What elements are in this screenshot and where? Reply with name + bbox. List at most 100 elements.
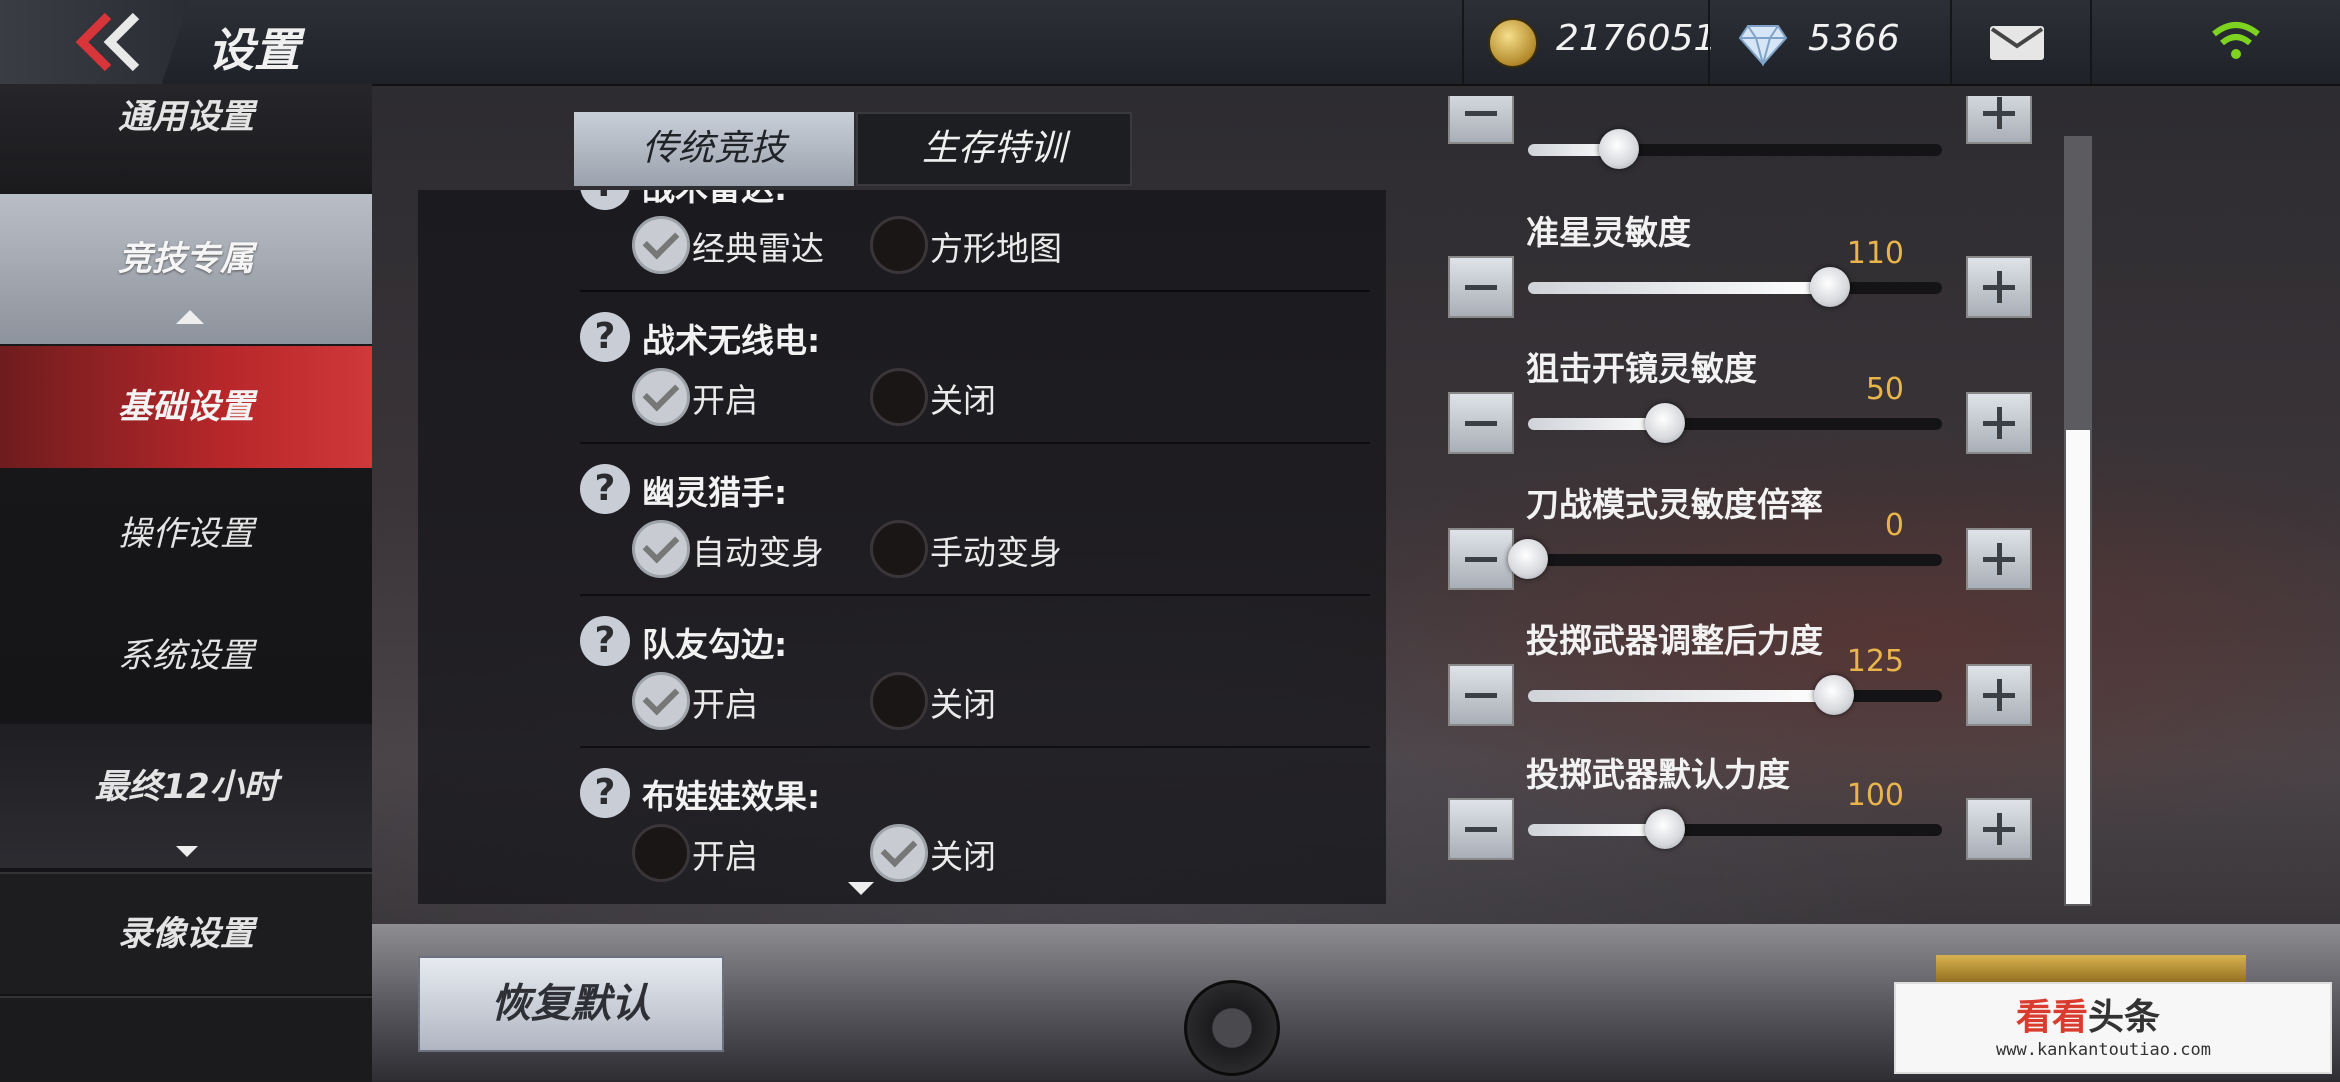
tab-survival[interactable]: 生存特训	[856, 112, 1132, 186]
increase-button[interactable]	[1966, 256, 2032, 318]
watermark-url: www.kankantoutiao.com	[1996, 1040, 2211, 1060]
decrease-button[interactable]	[1448, 256, 1514, 318]
increase-button[interactable]	[1966, 798, 2032, 860]
sidebar-item-system[interactable]: 系统设置	[0, 596, 372, 716]
slider-value: 50	[1865, 372, 1904, 407]
divider	[2090, 0, 2092, 84]
slider-knob[interactable]	[1599, 129, 1640, 169]
slider-track[interactable]	[1528, 403, 1942, 443]
radio-label: 关闭	[930, 837, 996, 876]
coin-icon[interactable]	[1488, 18, 1538, 68]
decrease-button[interactable]	[1448, 664, 1514, 726]
back-button[interactable]	[0, 0, 190, 84]
slider-row-throw-default-force: 投掷武器默认力度 100	[1448, 748, 2032, 884]
sidebar-item-label: 操作设置	[118, 514, 254, 554]
sidebar-item-final-12h[interactable]: 最终12小时	[0, 724, 372, 868]
slider-knob[interactable]	[1814, 675, 1855, 715]
decrease-button[interactable]	[1448, 798, 1514, 860]
confirm-button[interactable]	[1936, 955, 2246, 985]
diamond-icon[interactable]	[1738, 22, 1788, 66]
slider-row-knife-sensitivity-multiplier: 刀战模式灵敏度倍率 0	[1448, 478, 2032, 614]
joystick-icon[interactable]	[1184, 980, 1280, 1076]
help-icon[interactable]: ?	[580, 616, 630, 666]
slider-track[interactable]	[1528, 267, 1942, 307]
slider-title: 准星灵敏度	[1526, 213, 1691, 252]
radio-on[interactable]	[632, 672, 690, 730]
radio-label: 关闭	[930, 685, 996, 724]
slider-fill	[1528, 690, 1835, 702]
radio-manual-transform[interactable]	[870, 520, 928, 578]
slider-knob[interactable]	[1644, 403, 1685, 443]
radio-off[interactable]	[870, 824, 928, 882]
mail-icon[interactable]	[1990, 26, 2044, 60]
sidebar-item-operation[interactable]: 操作设置	[0, 474, 372, 594]
watermark-logo-red: 看看	[2016, 997, 2089, 1038]
scrollbar-thumb[interactable]	[2066, 430, 2090, 904]
option-title: 幽灵猎手:	[642, 473, 788, 512]
help-icon[interactable]: ?	[580, 464, 630, 514]
radio-label: 自动变身	[692, 533, 824, 572]
sidebar-item-general[interactable]: 通用设置	[0, 84, 372, 190]
radio-off[interactable]	[870, 368, 928, 426]
slider-value: 110	[1846, 236, 1904, 271]
slider-knob[interactable]	[1644, 809, 1685, 849]
radio-off[interactable]	[870, 672, 928, 730]
option-teammate-outline: ? 队友勾边: 开启 关闭	[580, 596, 1370, 748]
decrease-button[interactable]	[1448, 96, 1514, 144]
scroll-down-icon[interactable]	[848, 882, 874, 895]
increase-button[interactable]	[1966, 528, 2032, 590]
decrease-button[interactable]	[1448, 528, 1514, 590]
increase-button[interactable]	[1966, 664, 2032, 726]
slider-row-sniper-scope-sensitivity: 狙击开镜灵敏度 50	[1448, 342, 2032, 478]
decrease-button[interactable]	[1448, 392, 1514, 454]
sidebar-item-recording[interactable]: 录像设置	[0, 872, 372, 994]
slider-track[interactable]	[1528, 129, 1942, 169]
sidebar-item-empty	[0, 996, 372, 1082]
slider-track[interactable]	[1508, 539, 1942, 579]
sidebar-item-basic[interactable]: 基础设置	[0, 346, 372, 468]
slider-title: 刀战模式灵敏度倍率	[1526, 485, 1823, 524]
option-ragdoll-effect: ? 布娃娃效果: 开启 关闭	[580, 748, 1370, 898]
slider-row-partial	[1448, 96, 2032, 186]
slider-row-throw-adjusted-force: 投掷武器调整后力度 125	[1448, 614, 2032, 750]
radio-label: 开启	[692, 837, 758, 876]
sidebar-item-label: 竞技专属	[118, 239, 254, 279]
slider-track[interactable]	[1528, 809, 1942, 849]
increase-button[interactable]	[1966, 392, 2032, 454]
radio-auto-transform[interactable]	[632, 520, 690, 578]
slider-title: 狙击开镜灵敏度	[1526, 349, 1757, 388]
divider	[1708, 0, 1710, 84]
radio-square-map[interactable]	[870, 216, 928, 274]
option-ghost-hunter: ? 幽灵猎手: 自动变身 手动变身	[580, 444, 1370, 596]
slider-knob[interactable]	[1810, 267, 1851, 307]
watermark-logo: 看看头条	[2016, 988, 2160, 1040]
help-icon[interactable]: ?	[580, 768, 630, 818]
sidebar-item-label: 通用设置	[118, 97, 254, 137]
slider-track[interactable]	[1528, 675, 1942, 715]
radio-on[interactable]	[632, 368, 690, 426]
back-chevron-icon	[75, 12, 140, 72]
collapse-up-icon	[176, 310, 204, 324]
radio-label: 开启	[692, 685, 758, 724]
radio-label: 经典雷达	[692, 229, 824, 268]
sidebar-item-label: 录像设置	[118, 914, 254, 954]
options-panel[interactable]: ? 战术雷达: 经典雷达 方形地图 ? 战术无线电: 开启 关闭 ? 幽灵猎手:…	[418, 190, 1386, 904]
wifi-icon	[2212, 22, 2260, 59]
tab-traditional[interactable]: 传统竞技	[574, 112, 854, 186]
diamond-count: 5366	[1808, 18, 1900, 59]
option-tactical-radar: ? 战术雷达: 经典雷达 方形地图	[580, 190, 1370, 292]
sidebar: 通用设置 竞技专属 基础设置 操作设置 系统设置 最终12小时 录像设置	[0, 84, 372, 1082]
divider	[1462, 0, 1464, 84]
restore-default-button[interactable]: 恢复默认	[418, 956, 724, 1052]
radio-label: 手动变身	[930, 533, 1062, 572]
radio-classic-radar[interactable]	[632, 216, 690, 274]
sidebar-item-competitive[interactable]: 竞技专属	[0, 194, 372, 344]
increase-button[interactable]	[1966, 96, 2032, 144]
coin-count: 2176051	[1556, 18, 1717, 59]
divider	[1950, 0, 1952, 84]
slider-knob[interactable]	[1508, 539, 1548, 579]
radio-on[interactable]	[632, 824, 690, 882]
sidebar-item-label: 最终12小时	[94, 767, 278, 807]
help-icon[interactable]: ?	[580, 190, 630, 210]
help-icon[interactable]: ?	[580, 312, 630, 362]
